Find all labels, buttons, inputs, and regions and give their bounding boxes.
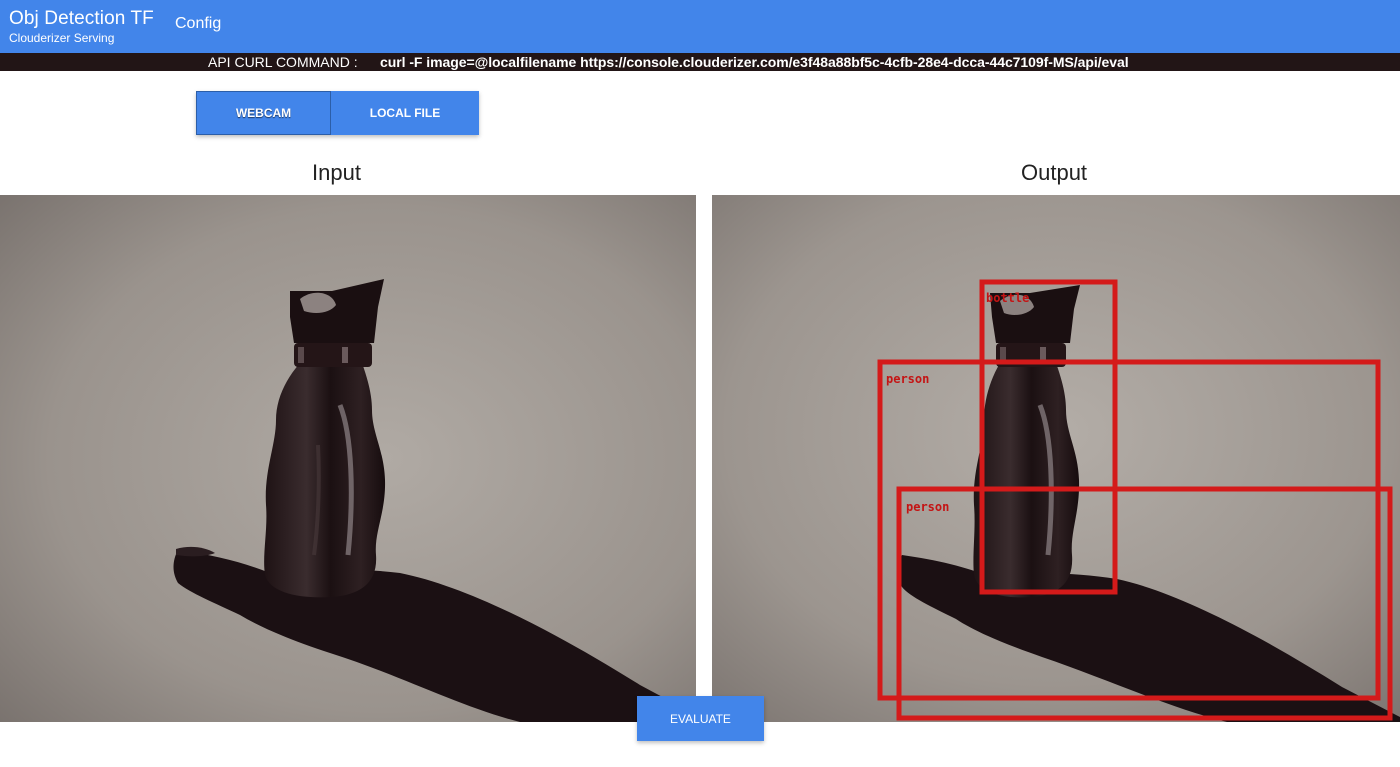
api-curl-command: curl -F image=@localfilename https://con… bbox=[380, 54, 1129, 70]
detection-label: person bbox=[886, 372, 929, 386]
brand: Obj Detection TF Clouderizer Serving bbox=[9, 8, 154, 46]
bottle-photo-output: bottle person person bbox=[712, 195, 1400, 722]
app-title: Obj Detection TF bbox=[9, 8, 154, 29]
source-toggle: WEBCAM LOCAL FILE bbox=[196, 91, 479, 135]
output-image: bottle person person bbox=[712, 195, 1400, 722]
app-subtitle: Clouderizer Serving bbox=[9, 31, 115, 45]
api-curl-bar: API CURL COMMAND : curl -F image=@localf… bbox=[0, 53, 1400, 71]
input-heading: Input bbox=[312, 160, 361, 185]
evaluate-button[interactable]: EVALUATE bbox=[637, 696, 764, 741]
app-bar: Obj Detection TF Clouderizer Serving Con… bbox=[0, 0, 1400, 53]
output-heading: Output bbox=[1021, 160, 1088, 185]
bottle-photo-input bbox=[0, 195, 696, 722]
detection-label: bottle bbox=[986, 291, 1029, 305]
api-curl-label: API CURL COMMAND : bbox=[208, 54, 358, 70]
detection-label: person bbox=[906, 500, 949, 514]
local-file-button[interactable]: LOCAL FILE bbox=[331, 91, 479, 135]
webcam-button[interactable]: WEBCAM bbox=[196, 91, 331, 135]
nav-config-link[interactable]: Config bbox=[175, 15, 221, 33]
input-image bbox=[0, 195, 696, 722]
